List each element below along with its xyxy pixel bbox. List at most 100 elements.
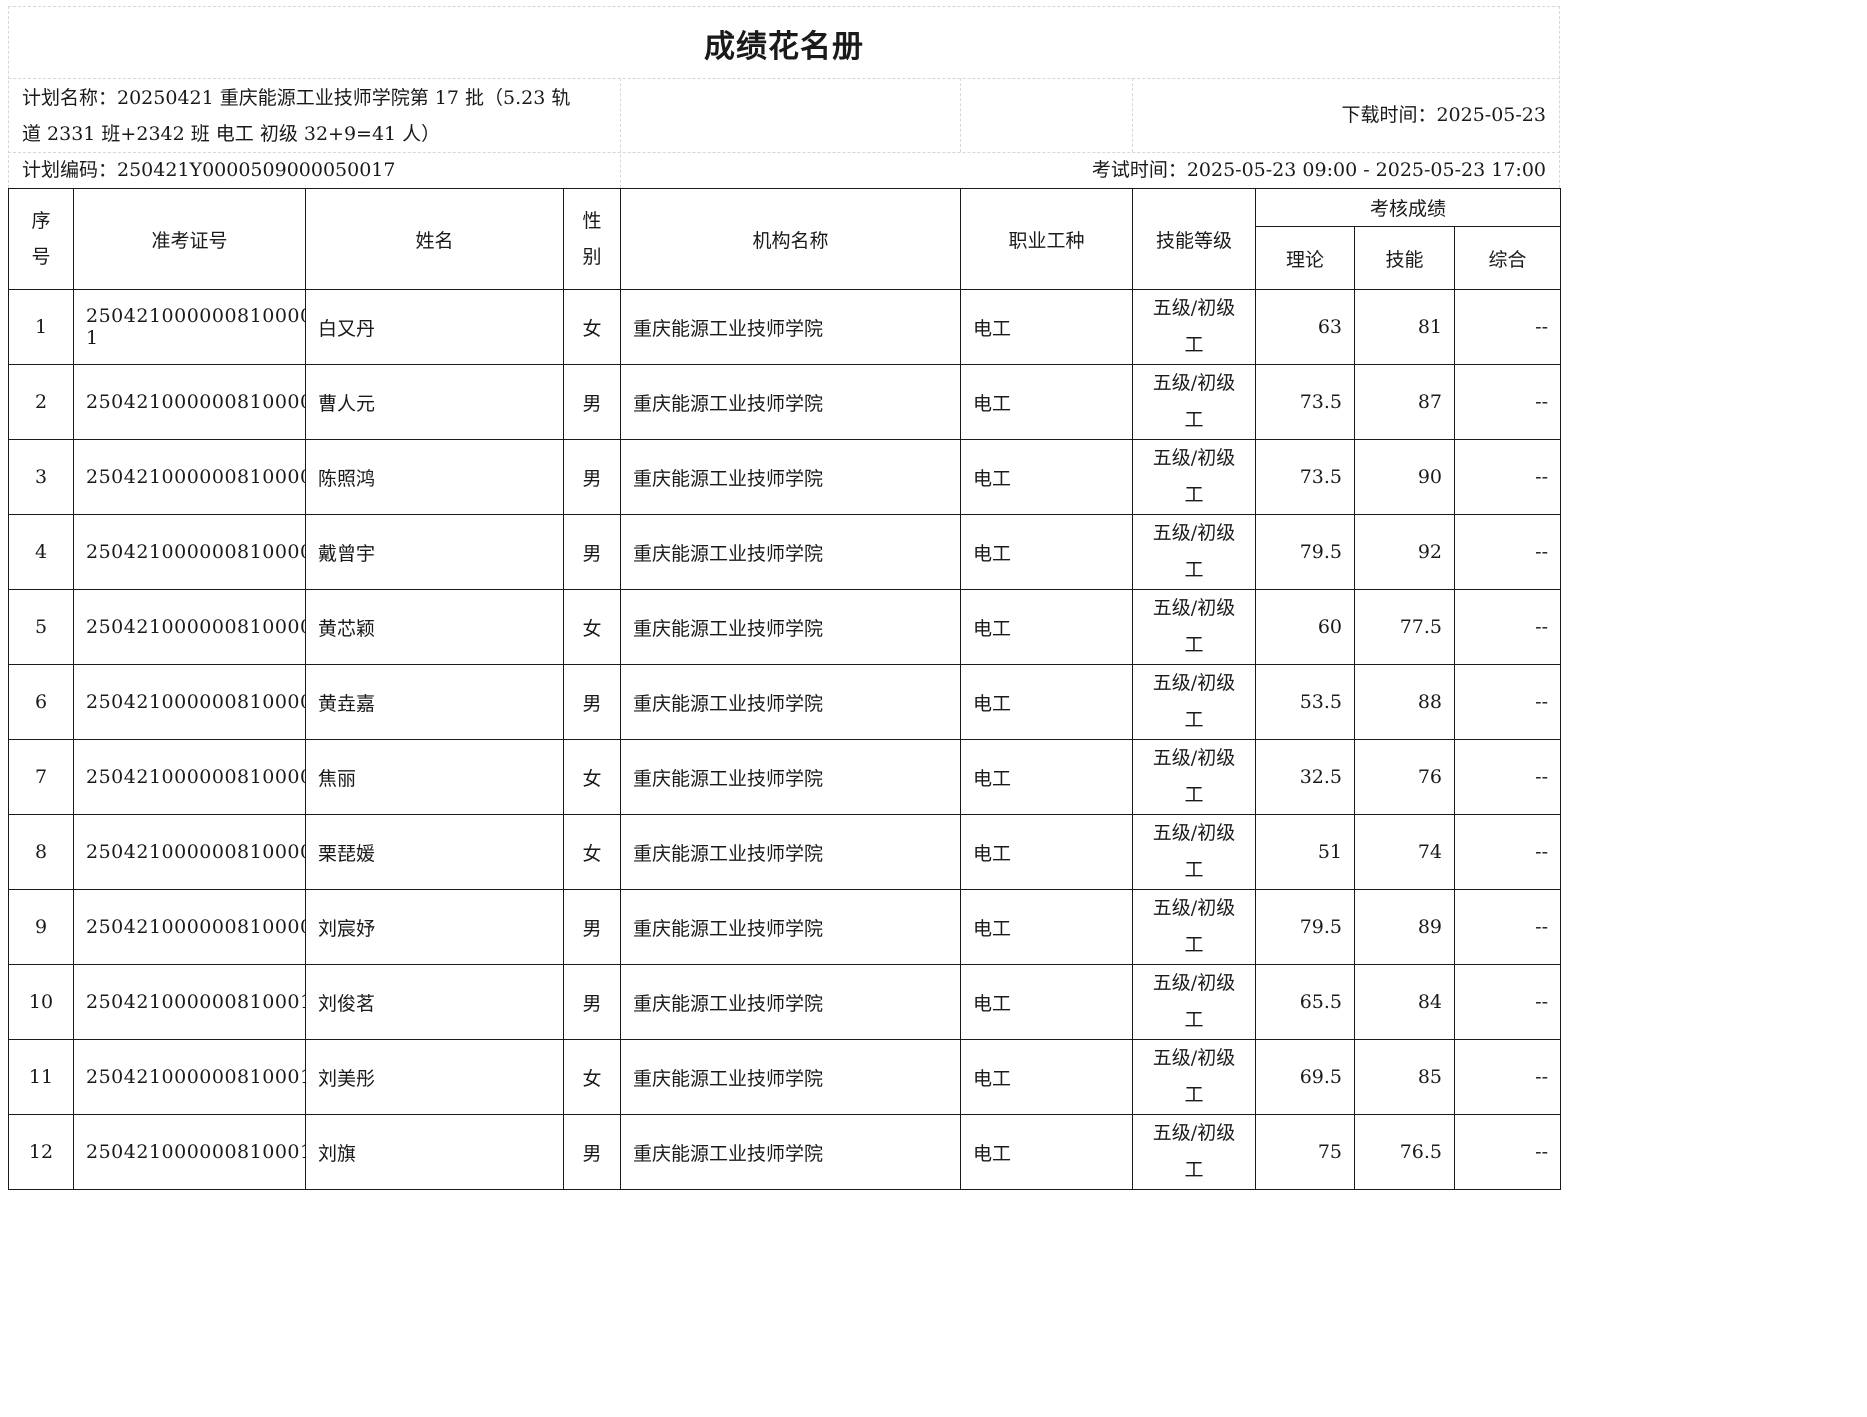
table-row: 4 2504210000008100004 戴曾宇 男 重庆能源工业技师学院 电… xyxy=(8,514,1561,590)
page-title: 成绩花名册 xyxy=(704,28,864,65)
cell-level-line: 五级/初级 xyxy=(1152,1047,1236,1069)
header-seq-line: 序 xyxy=(31,210,51,232)
cell-skill: 89 xyxy=(1354,889,1455,965)
header-skill: 技能 xyxy=(1354,226,1455,290)
table-row: 9 2504210000008100009 刘宸妤 男 重庆能源工业技师学院 电… xyxy=(8,889,1561,965)
cell-ticket: 2504210000008100003 xyxy=(73,439,306,515)
cell-level-line: 工 xyxy=(1184,334,1204,356)
cell-occupation: 电工 xyxy=(960,964,1133,1040)
cell-gender: 女 xyxy=(563,589,621,665)
table-row: 7 2504210000008100007 焦丽 女 重庆能源工业技师学院 电工… xyxy=(8,739,1561,815)
cell-name: 刘俊茗 xyxy=(305,964,564,1040)
cell-level-line: 工 xyxy=(1184,634,1204,656)
grid-line xyxy=(8,78,1560,79)
cell-level: 五级/初级 工 xyxy=(1132,739,1256,815)
cell-seq: 5 xyxy=(8,589,74,665)
cell-seq: 3 xyxy=(8,439,74,515)
cell-seq: 11 xyxy=(8,1039,74,1115)
cell-skill: 74 xyxy=(1354,814,1455,890)
cell-occupation: 电工 xyxy=(960,514,1133,590)
cell-overall: -- xyxy=(1454,889,1561,965)
cell-skill: 81 xyxy=(1354,289,1455,365)
cell-theory: 75 xyxy=(1255,1114,1355,1190)
cell-occupation: 电工 xyxy=(960,1039,1133,1115)
cell-level-line: 五级/初级 xyxy=(1152,672,1236,694)
cell-level: 五级/初级 工 xyxy=(1132,1114,1256,1190)
cell-overall: -- xyxy=(1454,1114,1561,1190)
cell-theory: 73.5 xyxy=(1255,439,1355,515)
table-row: 11 2504210000008100011 刘美彤 女 重庆能源工业技师学院 … xyxy=(8,1039,1561,1115)
cell-skill: 85 xyxy=(1354,1039,1455,1115)
cell-occupation: 电工 xyxy=(960,439,1133,515)
cell-seq: 6 xyxy=(8,664,74,740)
cell-overall: -- xyxy=(1454,1039,1561,1115)
header-occupation: 职业工种 xyxy=(960,188,1133,290)
cell-level-line: 五级/初级 xyxy=(1152,822,1236,844)
plan-code: 计划编码：250421Y0000509000050017 xyxy=(22,159,396,181)
header-scores: 考核成绩 xyxy=(1255,188,1561,227)
cell-ticket: 2504210000008100006 xyxy=(73,664,306,740)
cell-skill: 87 xyxy=(1354,364,1455,440)
cell-level: 五级/初级 工 xyxy=(1132,1039,1256,1115)
cell-level-line: 五级/初级 xyxy=(1152,297,1236,319)
cell-theory: 32.5 xyxy=(1255,739,1355,815)
table-row: 12 2504210000008100012 刘旗 男 重庆能源工业技师学院 电… xyxy=(8,1114,1561,1190)
cell-theory: 79.5 xyxy=(1255,514,1355,590)
cell-gender: 男 xyxy=(563,364,621,440)
cell-level-line: 工 xyxy=(1184,409,1204,431)
plan-name: 计划名称：20250421 重庆能源工业技师学院第 17 批（5.23 轨 道 … xyxy=(22,80,612,152)
cell-org: 重庆能源工业技师学院 xyxy=(620,1114,961,1190)
cell-name: 刘旗 xyxy=(305,1114,564,1190)
cell-skill: 90 xyxy=(1354,439,1455,515)
cell-org: 重庆能源工业技师学院 xyxy=(620,664,961,740)
cell-skill: 84 xyxy=(1354,964,1455,1040)
cell-occupation: 电工 xyxy=(960,814,1133,890)
cell-theory: 53.5 xyxy=(1255,664,1355,740)
cell-level: 五级/初级 工 xyxy=(1132,664,1256,740)
cell-theory: 63 xyxy=(1255,289,1355,365)
cell-skill: 92 xyxy=(1354,514,1455,590)
cell-occupation: 电工 xyxy=(960,364,1133,440)
cell-skill: 76 xyxy=(1354,739,1455,815)
cell-org: 重庆能源工业技师学院 xyxy=(620,739,961,815)
cell-level: 五级/初级 工 xyxy=(1132,514,1256,590)
cell-ticket: 2504210000008100005 xyxy=(73,589,306,665)
plan-name-line: 道 2331 班+2342 班 电工 初级 32+9=41 人） xyxy=(22,123,441,145)
header-seq-line: 号 xyxy=(31,246,51,268)
cell-name: 曹人元 xyxy=(305,364,564,440)
cell-level-line: 工 xyxy=(1184,709,1204,731)
cell-overall: -- xyxy=(1454,364,1561,440)
cell-occupation: 电工 xyxy=(960,739,1133,815)
cell-occupation: 电工 xyxy=(960,289,1133,365)
cell-occupation: 电工 xyxy=(960,1114,1133,1190)
cell-occupation: 电工 xyxy=(960,664,1133,740)
cell-seq: 7 xyxy=(8,739,74,815)
grid-line xyxy=(620,78,621,188)
cell-gender: 男 xyxy=(563,439,621,515)
cell-theory: 73.5 xyxy=(1255,364,1355,440)
cell-level-line: 工 xyxy=(1184,1009,1204,1031)
cell-ticket: 2504210000008100007 xyxy=(73,739,306,815)
roster-sheet: 成绩花名册 计划名称：20250421 重庆能源工业技师学院第 17 批（5.2… xyxy=(0,0,1568,1190)
cell-level: 五级/初级 工 xyxy=(1132,964,1256,1040)
table-row: 2 2504210000008100002 曹人元 男 重庆能源工业技师学院 电… xyxy=(8,364,1561,440)
cell-level-line: 工 xyxy=(1184,859,1204,881)
header-gender: 性 别 xyxy=(563,188,621,290)
table-row: 1 250421000000810000 1 白又丹 女 重庆能源工业技师学院 … xyxy=(8,289,1561,365)
cell-level-line: 工 xyxy=(1184,559,1204,581)
cell-name: 戴曾宇 xyxy=(305,514,564,590)
download-time: 下载时间：2025-05-23 xyxy=(1341,104,1546,126)
cell-seq: 4 xyxy=(8,514,74,590)
cell-org: 重庆能源工业技师学院 xyxy=(620,814,961,890)
cell-level: 五级/初级 工 xyxy=(1132,289,1256,365)
cell-level: 五级/初级 工 xyxy=(1132,364,1256,440)
header-name: 姓名 xyxy=(305,188,564,290)
cell-overall: -- xyxy=(1454,514,1561,590)
score-roster-table: 序 号 准考证号 姓名 性 别 机构名称 职业工种 技能等级 考核成绩 理论 技… xyxy=(8,188,1561,1190)
header-overall: 综合 xyxy=(1454,226,1561,290)
cell-org: 重庆能源工业技师学院 xyxy=(620,964,961,1040)
cell-level-line: 五级/初级 xyxy=(1152,897,1236,919)
cell-org: 重庆能源工业技师学院 xyxy=(620,439,961,515)
cell-theory: 65.5 xyxy=(1255,964,1355,1040)
cell-skill: 76.5 xyxy=(1354,1114,1455,1190)
